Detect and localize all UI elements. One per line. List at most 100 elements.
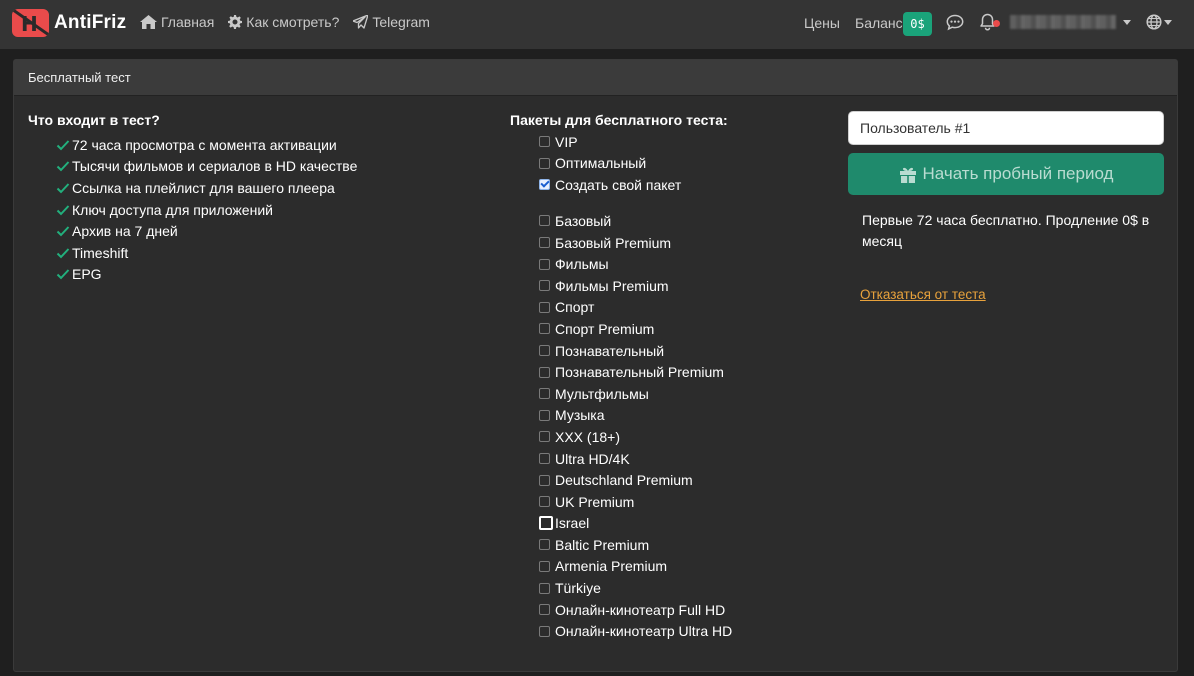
package-checkbox-item[interactable]: Israel [539, 512, 732, 534]
package-checkbox[interactable] [539, 215, 550, 227]
features-column: Что входит в тест? 72 часа просмотра с м… [28, 112, 357, 285]
nav-howto-link[interactable]: Как смотреть? [228, 14, 339, 30]
globe-icon[interactable] [1146, 14, 1162, 30]
package-checkbox[interactable] [539, 136, 550, 148]
package-checkbox-item[interactable]: Онлайн-кинотеатр Ultra HD [539, 620, 732, 642]
package-checkbox[interactable] [539, 157, 550, 169]
package-checkbox-item[interactable]: Armenia Premium [539, 556, 732, 578]
package-checkbox[interactable] [539, 179, 550, 191]
package-checkbox-item[interactable]: UK Premium [539, 491, 732, 513]
top-navbar: H AntiFriz Главная Как смотреть? Telegra… [0, 0, 1194, 49]
checkmark-icon [56, 140, 70, 151]
package-checkbox-item[interactable]: XXX (18+) [539, 426, 732, 448]
user-select-input[interactable] [848, 111, 1164, 145]
package-checkbox-item[interactable]: VIP [539, 131, 732, 153]
package-checkbox-item[interactable]: Создать свой пакет [539, 174, 732, 196]
nav-telegram-label: Telegram [372, 14, 430, 30]
checkmark-icon [56, 204, 70, 216]
package-checkbox[interactable] [539, 431, 550, 443]
package-label: Спорт Premium [555, 320, 655, 337]
package-label: Онлайн-кинотеатр Ultra HD [555, 623, 733, 640]
nav-balance-label[interactable]: Баланс [855, 15, 903, 31]
package-checkbox-item[interactable]: Мультфильмы [539, 383, 732, 405]
packages-title: Пакеты для бесплатного теста: [510, 112, 728, 128]
package-checkbox[interactable] [539, 409, 550, 421]
package-label: Baltic Premium [555, 536, 650, 553]
package-checkbox-item[interactable]: Онлайн-кинотеатр Full HD [539, 599, 732, 621]
package-label: Israel [555, 515, 590, 532]
package-label: XXX (18+) [555, 428, 620, 445]
package-checkbox-item[interactable]: Фильмы [539, 253, 732, 275]
package-label: Ultra HD/4K [555, 450, 630, 467]
package-checkbox-item[interactable]: Познавательный [539, 340, 732, 362]
feature-label: Ссылка на плейлист для вашего плеера [72, 179, 335, 196]
brand[interactable]: H AntiFriz [12, 9, 126, 37]
package-checkbox[interactable] [539, 582, 550, 594]
username-blurred[interactable] [1010, 15, 1116, 29]
nav-howto-label: Как смотреть? [246, 14, 340, 30]
package-checkbox[interactable] [539, 604, 550, 616]
chat-icon[interactable] [946, 14, 964, 31]
packages-list: VIP Оптимальный Создать свой пакет Базовый Б… [539, 131, 732, 642]
package-checkbox[interactable] [539, 453, 550, 464]
checkmark-icon [56, 183, 70, 194]
package-checkbox-item[interactable]: Baltic Premium [539, 534, 732, 556]
checkmark-icon [56, 248, 70, 259]
package-label: Фильмы [555, 256, 609, 273]
package-checkbox-item[interactable]: Ultra HD/4K [539, 448, 732, 470]
checkmark-icon [56, 161, 70, 172]
package-checkbox[interactable] [539, 280, 550, 292]
activation-column: Начать пробный период Первые 72 часа бес… [848, 111, 1164, 304]
package-checkbox-item[interactable]: Фильмы Premium [539, 275, 732, 297]
package-checkbox[interactable] [539, 474, 550, 486]
feature-label: EPG [72, 266, 102, 283]
package-checkbox[interactable] [539, 516, 553, 531]
package-label: Спорт [555, 299, 595, 316]
package-label: Фильмы Premium [555, 277, 669, 294]
package-checkbox[interactable] [539, 323, 550, 335]
package-checkbox[interactable] [539, 560, 550, 572]
features-list: 72 часа просмотра с момента активации Ты… [56, 134, 357, 285]
package-checkbox-item[interactable]: Спорт [539, 297, 732, 319]
package-checkbox[interactable] [539, 539, 550, 551]
package-checkbox-item[interactable]: Базовый Premium [539, 232, 732, 254]
package-checkbox-item[interactable]: Музыка [539, 405, 732, 427]
package-label: Базовый Premium [555, 234, 672, 251]
package-checkbox-item[interactable]: Познавательный Premium [539, 361, 732, 383]
notification-dot [993, 20, 1000, 27]
paper-plane-icon [353, 15, 369, 29]
package-checkbox[interactable] [539, 301, 550, 313]
package-checkbox[interactable] [539, 345, 550, 357]
checkmark-icon [56, 269, 70, 280]
package-checkbox-item[interactable]: Спорт Premium [539, 318, 732, 340]
brand-name: AntiFriz [54, 12, 127, 33]
package-label: Онлайн-кинотеатр Full HD [555, 601, 726, 618]
nav-home-link[interactable]: Главная [140, 14, 214, 30]
start-trial-button[interactable]: Начать пробный период [848, 153, 1164, 195]
package-label: Создать свой пакет [555, 176, 682, 193]
package-label: VIP [555, 133, 578, 150]
nav-telegram-link[interactable]: Telegram [353, 14, 430, 30]
package-label: Музыка [555, 407, 605, 424]
package-checkbox-item[interactable]: Базовый [539, 210, 732, 232]
feature-item: EPG [56, 264, 357, 286]
package-checkbox[interactable] [539, 237, 550, 249]
nav-prices-link[interactable]: Цены [804, 15, 840, 31]
package-checkbox[interactable] [539, 496, 550, 508]
free-test-card: Бесплатный тест Что входит в тест? 72 ча… [13, 59, 1178, 672]
chevron-down-icon[interactable] [1164, 20, 1172, 25]
package-checkbox[interactable] [539, 366, 550, 378]
feature-item: Архив на 7 дней [56, 220, 357, 242]
package-checkbox-item[interactable]: Deutschland Premium [539, 469, 732, 491]
gift-icon [899, 167, 916, 183]
chevron-down-icon[interactable] [1123, 20, 1131, 25]
package-checkbox[interactable] [539, 388, 550, 400]
cancel-test-link[interactable]: Отказаться от теста [860, 287, 986, 302]
balance-badge[interactable]: 0$ [903, 12, 932, 36]
package-checkbox-item[interactable]: Türkiye [539, 577, 732, 599]
package-checkbox[interactable] [539, 625, 550, 637]
feature-label: Ключ доступа для приложений [72, 201, 273, 218]
package-label: Познавательный [555, 342, 665, 359]
package-checkbox[interactable] [539, 258, 550, 270]
package-checkbox-item[interactable]: Оптимальный [539, 153, 732, 175]
